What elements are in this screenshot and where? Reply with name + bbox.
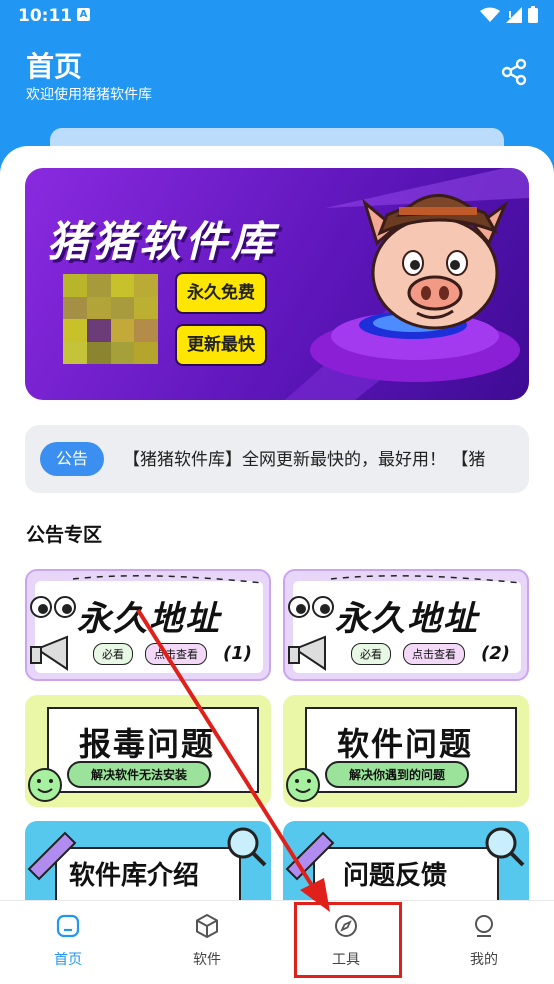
pig-mascot-icon	[362, 194, 509, 330]
home-icon	[56, 914, 80, 938]
nav-item-software[interactable]: 软件	[167, 913, 247, 969]
card-title: 报毒问题	[79, 725, 216, 763]
section-title: 公告专区	[26, 524, 103, 546]
wifi-icon	[480, 7, 500, 22]
nav-label: 我的	[470, 952, 498, 968]
badge-fastest: 更新最快	[177, 326, 265, 364]
page-subtitle: 欢迎使用猪猪软件库	[26, 87, 152, 103]
nav-item-home[interactable]: 首页	[28, 913, 108, 969]
promo-banner[interactable]: 猪猪软件库 永久免费 更新最快	[25, 168, 529, 400]
notice-card-software[interactable]: 软件问题 解决你遇到的问题	[283, 695, 529, 807]
banner-title: 猪猪软件库	[47, 217, 278, 266]
card-title: 问题反馈	[343, 861, 448, 891]
card-subtitle: 解决你遇到的问题	[325, 761, 470, 788]
card-title: 永久地址	[77, 599, 221, 639]
nav-label: 首页	[54, 952, 82, 968]
notice-tag: 公告	[40, 442, 104, 476]
notice-ticker[interactable]: 公告 【猪猪软件库】全网更新最快的，最好用！ 【猪	[25, 425, 529, 493]
card-title: 软件问题	[337, 725, 474, 763]
user-icon	[475, 915, 493, 937]
card-number: (2)	[481, 643, 510, 664]
card-tag-must-see: 必看	[351, 643, 391, 665]
card-tag-must-see: 必看	[93, 643, 133, 665]
share-icon[interactable]	[500, 58, 528, 86]
signal-icon	[506, 6, 522, 23]
main-content: 猪猪软件库 永久免费 更新最快 公告 【猪猪软件库】全网更新最快的，最好用！ 【…	[0, 146, 554, 984]
page-title: 首页	[26, 50, 83, 83]
card-subtitle: 解决软件无法安装	[67, 761, 212, 788]
card-tag-click: 点击查看	[403, 643, 465, 665]
card-title: 永久地址	[335, 599, 479, 639]
cube-icon	[196, 913, 218, 939]
card-number: (1)	[223, 643, 252, 664]
card-title: 软件库介绍	[69, 861, 200, 891]
notice-text: 【猪猪软件库】全网更新最快的，最好用！ 【猪	[123, 450, 486, 470]
nav-item-mine[interactable]: 我的	[444, 913, 524, 969]
badge-free: 永久免费	[177, 274, 265, 312]
notice-card-address-2[interactable]: 永久地址 必看 点击查看 (2)	[283, 569, 529, 681]
battery-icon	[528, 6, 538, 23]
notice-card-address-1[interactable]: 永久地址 必看 点击查看 (1)	[25, 569, 271, 681]
status-bar: 10:11 A	[0, 0, 554, 32]
status-time: 10:11	[18, 6, 73, 26]
status-icons	[480, 6, 538, 23]
nav-label: 软件	[193, 952, 221, 968]
notice-card-virus[interactable]: 报毒问题 解决软件无法安装	[25, 695, 271, 807]
notification-icon: A	[77, 8, 90, 21]
card-tag-click: 点击查看	[145, 643, 207, 665]
annotation-highlight-box	[294, 902, 402, 978]
pixelated-qr	[63, 274, 158, 364]
bottom-nav: 首页 软件 工具 我的	[0, 900, 554, 984]
